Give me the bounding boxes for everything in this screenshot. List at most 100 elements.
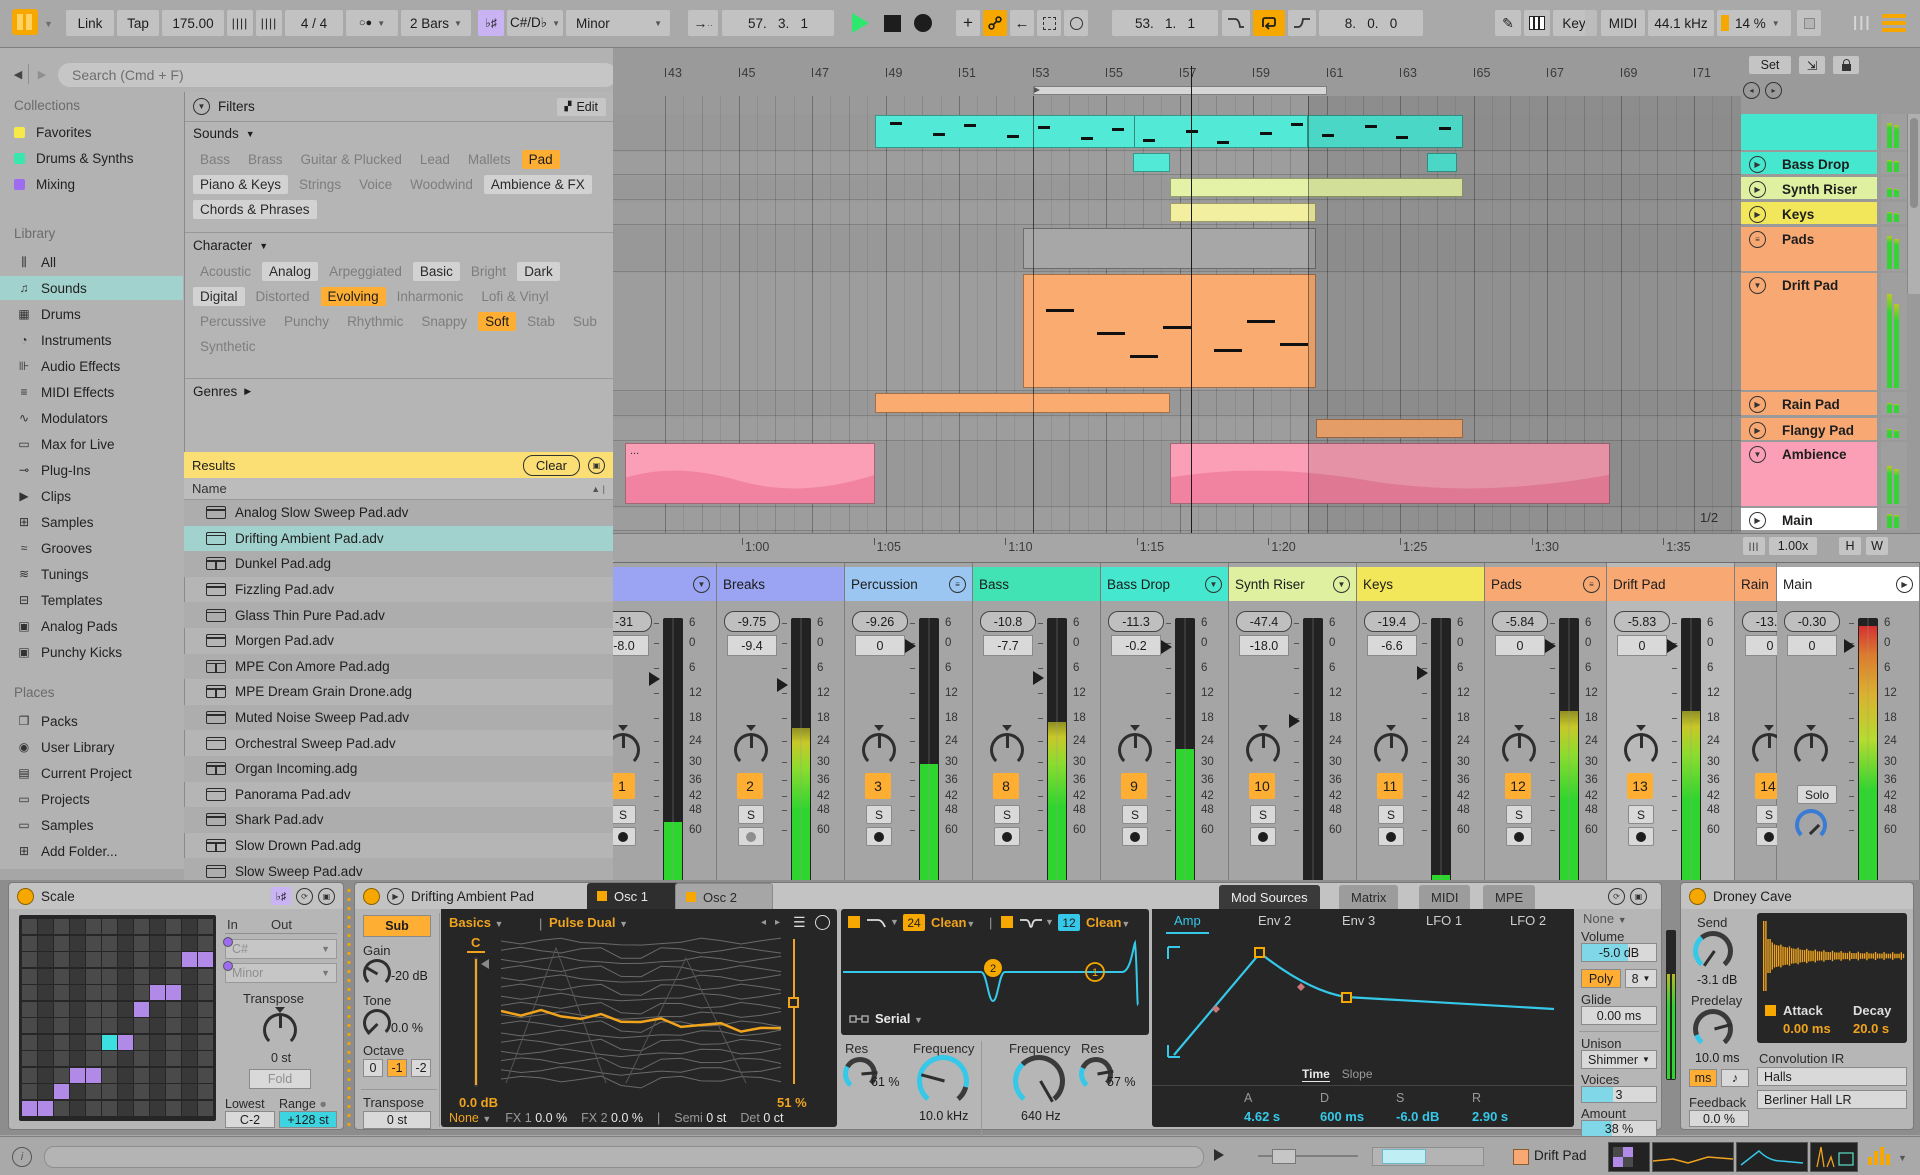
filter-chip[interactable]: Bass [193,150,237,169]
track-header[interactable] [1741,114,1877,150]
solo-button[interactable]: S [1378,805,1404,824]
solo-button[interactable]: S [866,805,892,824]
scale-grid-cell[interactable] [166,919,181,934]
scale-grid-cell[interactable] [150,935,165,951]
scale-grid-cell[interactable] [134,935,149,951]
filter-chip[interactable]: Pad [521,150,560,169]
fx2-value[interactable]: FX 2 0.0 % [581,1111,643,1125]
filter-chip[interactable]: Basic [412,262,460,281]
transpose-knob[interactable] [263,1013,297,1047]
browser-result-item[interactable]: Panorama Pad.adv [184,782,613,808]
scale-grid-cell[interactable] [198,1067,213,1083]
app-logo-icon[interactable] [12,9,38,35]
scroll-left-button[interactable]: ◂ [1743,82,1760,99]
track-play-icon[interactable]: ▶ [1749,512,1766,529]
mixer-strip-header[interactable]: Breaks [717,567,844,601]
key-root-menu[interactable]: C#/D♭ ▼ [507,10,563,36]
browser-result-item[interactable]: Orchestral Sweep Pad.adv [184,730,613,756]
scale-grid-cell[interactable] [198,952,213,967]
sidebar-item-all[interactable]: ⫼ All [0,250,183,274]
scale-grid-cell[interactable] [134,1034,149,1050]
scale-grid-cell[interactable] [150,1018,165,1033]
env-tab-lfo-1[interactable]: LFO 1 [1418,909,1470,932]
filter-chip[interactable]: Sub [566,312,604,331]
peak-level-value[interactable]: -31 [613,611,652,632]
browser-result-item[interactable]: Shark Pad.adv [184,807,613,833]
scale-grid-cell[interactable] [86,1034,101,1050]
scale-grid-cell[interactable] [86,1084,101,1099]
scale-grid-cell[interactable] [22,1084,37,1099]
volume-value[interactable]: -5.0 dB [1581,943,1657,962]
filter-chip[interactable]: Chords & Phrases [193,200,317,219]
cpu-meter[interactable]: 14 % ▼ [1717,10,1791,36]
filter2-circuit-menu[interactable]: Clean▼ [1086,915,1130,930]
stop-button[interactable] [884,15,901,32]
arm-button[interactable] [1378,827,1404,846]
sidebar-item-plug-ins[interactable]: ⊸ Plug-Ins [0,458,183,482]
sub-toggle[interactable]: Sub [363,915,431,937]
scale-grid-cell[interactable] [54,919,69,934]
ir-attack-value[interactable]: 0.00 ms [1783,1021,1831,1036]
env-tab-amp[interactable]: Amp [1166,909,1209,934]
osc-on-toggle[interactable] [686,892,696,902]
mixer-strip-header[interactable]: Bass [973,567,1100,601]
env-tab-lfo-2[interactable]: LFO 2 [1502,909,1554,932]
sidebar-item-punchy-kicks[interactable]: ▣ Punchy Kicks [0,640,183,664]
filter-chip[interactable]: Percussive [193,312,273,331]
arrangement-clip[interactable] [1023,228,1316,269]
prev-table-icon[interactable]: ◂ [761,917,766,928]
predelay-ms-toggle[interactable]: ms [1689,1069,1717,1087]
scale-grid-cell[interactable] [54,935,69,951]
filter-chip[interactable]: Strings [292,175,348,194]
arrangement-scrollbar[interactable] [1907,114,1920,294]
scale-grid-cell[interactable] [134,1084,149,1099]
set-marker-button[interactable]: Set [1749,56,1791,74]
scale-aware-icon[interactable]: ♭♯ [271,887,291,905]
solo-button[interactable]: S [1506,805,1532,824]
save-preset-icon[interactable]: ▣ [1630,887,1647,905]
octave-button[interactable]: -2 [411,1059,431,1077]
scale-grid-cell[interactable] [70,1051,85,1066]
arm-button[interactable] [1250,827,1276,846]
computer-midi-keyboard-button[interactable] [1524,10,1550,36]
scale-grid-cell[interactable] [118,919,133,934]
scale-grid-cell[interactable] [70,1067,85,1083]
scale-grid-cell[interactable] [70,1084,85,1099]
lock-envelopes-button[interactable] [1833,56,1859,74]
loop-start-field[interactable]: 53. 1. 1 [1112,10,1218,36]
scale-grid-cell[interactable] [134,1100,149,1116]
draw-mode-button[interactable] [1037,10,1061,36]
solo-button[interactable]: S [994,805,1020,824]
filter2-notch-icon[interactable] [1019,917,1043,929]
pan-knob[interactable] [1624,733,1658,767]
predelay-sync-toggle[interactable]: ♪ [1721,1069,1749,1087]
track-number-button[interactable]: 13 [1627,773,1653,799]
scale-grid-cell[interactable] [166,1001,181,1017]
playback-speed-field[interactable]: 1.00x [1769,537,1817,555]
save-preset-icon[interactable]: ▣ [318,887,335,905]
track-header-pads[interactable]: ≡ Pads [1741,227,1877,271]
status-play-icon[interactable] [1214,1149,1224,1161]
scale-grid-cell[interactable] [182,1100,197,1116]
quantize-menu[interactable]: 2 Bars ▼ [401,10,471,36]
fader-position-marker[interactable] [1667,639,1678,653]
scale-grid-cell[interactable] [22,968,37,984]
punch-in-button[interactable] [1222,10,1250,36]
browser-result-item[interactable]: MPE Dream Grain Drone.adg [184,679,613,705]
scale-grid-cell[interactable] [134,1051,149,1066]
send-knob[interactable] [1693,931,1733,971]
amount-value[interactable]: 38 % [1581,1120,1657,1137]
back-to-arrangement-button[interactable]: ← [1010,10,1034,36]
scale-grid-cell[interactable] [38,1084,53,1099]
peak-level-value[interactable]: -9.26 [852,611,908,632]
tab-mod-sources[interactable]: Mod Sources [1219,885,1320,909]
scale-grid-cell[interactable] [118,1018,133,1033]
res1-value[interactable]: 61 % [871,1075,900,1089]
track-group-icon[interactable]: ≡ [1749,231,1766,248]
track-header-keys[interactable]: ▶ Keys [1741,202,1877,224]
sidebar-place-packs[interactable]: ❐ Packs [0,709,183,733]
scale-grid-cell[interactable] [102,1051,117,1066]
sidebar-item-midi-effects[interactable]: ≡ MIDI Effects [0,380,183,404]
filter1-toggle[interactable] [848,916,860,928]
scale-grid-cell[interactable] [182,1001,197,1017]
